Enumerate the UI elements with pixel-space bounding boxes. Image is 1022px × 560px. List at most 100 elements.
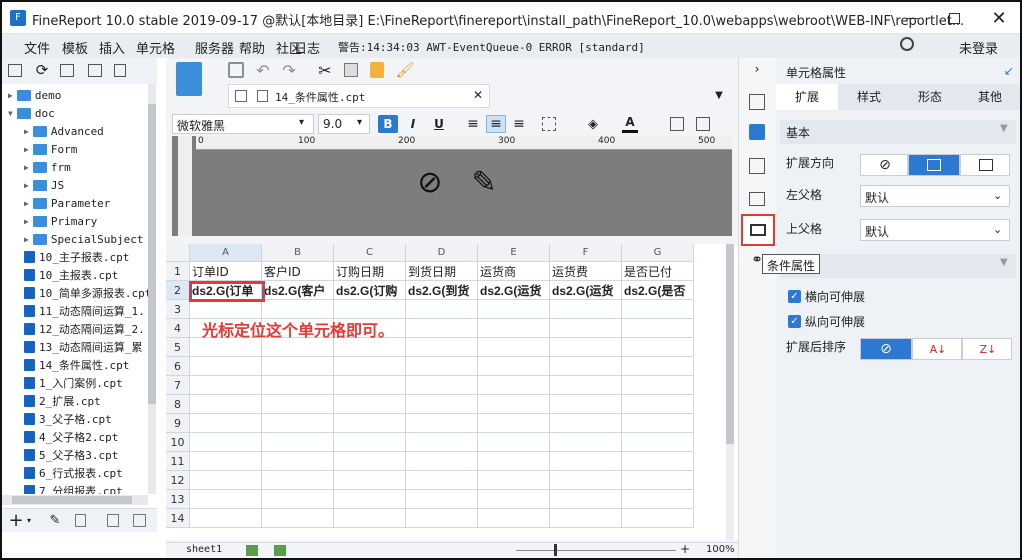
font-size-select[interactable]: 9.0 ▾: [318, 114, 370, 134]
grid-cell[interactable]: 客户ID: [262, 262, 334, 281]
grid-cell[interactable]: [190, 414, 262, 433]
cut-icon[interactable]: ✂: [316, 60, 334, 80]
tree-item[interactable]: ▼ doc: [8, 104, 55, 122]
grid-cell[interactable]: [262, 357, 334, 376]
tab-close-icon[interactable]: ✕: [473, 88, 483, 102]
grid-cell[interactable]: [334, 357, 406, 376]
selected-cell[interactable]: ds2.G(订单: [190, 281, 262, 300]
collapse-arrow-icon[interactable]: ▶: [24, 127, 29, 136]
collapse-icon[interactable]: [133, 514, 146, 527]
v-extend-checkbox[interactable]: ✓ 纵向可伸展: [788, 313, 865, 330]
grid-cell[interactable]: [622, 319, 694, 338]
italic-button[interactable]: I: [404, 115, 422, 133]
template-type-icon[interactable]: [176, 62, 202, 96]
log-button[interactable]: 日志: [294, 38, 320, 57]
grid-cell[interactable]: [262, 433, 334, 452]
section-basic[interactable]: 基本 ▼: [780, 120, 1016, 144]
grid-cell[interactable]: [406, 338, 478, 357]
collapse-arrow-icon[interactable]: ▶: [24, 199, 29, 208]
grid-cell[interactable]: [550, 452, 622, 471]
format-brush-icon[interactable]: 🖌: [395, 60, 414, 80]
grid-cell[interactable]: [622, 414, 694, 433]
grid-cell[interactable]: [550, 471, 622, 490]
tree-item[interactable]: ▶ JS: [24, 176, 64, 194]
grid-cell[interactable]: [406, 395, 478, 414]
grid-cell[interactable]: [478, 433, 550, 452]
pin-icon[interactable]: ↙: [1004, 64, 1014, 78]
grid-cell[interactable]: [622, 376, 694, 395]
hide-eye-icon[interactable]: ⊘: [410, 162, 450, 202]
grid-cell[interactable]: [262, 414, 334, 433]
tree-item[interactable]: 13_动态隔间运算_累: [24, 338, 143, 356]
chevron-right-icon[interactable]: ›: [751, 62, 763, 76]
tab-menu-icon[interactable]: ▼: [712, 88, 726, 102]
grid-cell[interactable]: [622, 338, 694, 357]
grid-cell[interactable]: ds2.G(运货: [550, 281, 622, 300]
grid-cell[interactable]: 订单ID: [190, 262, 262, 281]
grid-cell[interactable]: [478, 490, 550, 509]
row-header[interactable]: 5: [166, 338, 190, 357]
zoom-in-button[interactable]: +: [680, 542, 690, 556]
grid-cell[interactable]: [478, 452, 550, 471]
chevron-down-icon[interactable]: ▾: [24, 514, 34, 526]
collapse-arrow-icon[interactable]: ▶: [24, 235, 29, 244]
grid-cell[interactable]: [478, 357, 550, 376]
row-header[interactable]: 10: [166, 433, 190, 452]
top-parent-select[interactable]: 默认 ⌄: [860, 219, 1010, 241]
grid-cell[interactable]: [550, 490, 622, 509]
grid-cell[interactable]: [622, 357, 694, 376]
grid-cell[interactable]: [190, 509, 262, 528]
grid-cell[interactable]: [406, 452, 478, 471]
expand-horizontal-button[interactable]: [960, 154, 1010, 176]
h-extend-checkbox[interactable]: ✓ 横向可伸展: [788, 288, 865, 305]
add-sheet-icon[interactable]: [246, 545, 258, 556]
fill-color-icon[interactable]: ◈: [584, 115, 602, 133]
grid-cell[interactable]: [550, 509, 622, 528]
grid-cell[interactable]: ds2.G(是否: [622, 281, 694, 300]
grid-cell[interactable]: [478, 300, 550, 319]
grid-cell[interactable]: [190, 490, 262, 509]
float-element-icon[interactable]: [749, 158, 765, 174]
condition-attribute-button[interactable]: [741, 214, 775, 246]
widget-icon[interactable]: [749, 192, 765, 206]
grid-cell[interactable]: [334, 471, 406, 490]
expand-arrow-icon[interactable]: ▼: [8, 109, 13, 118]
pencil-icon[interactable]: ✎: [464, 162, 504, 202]
grid-cell[interactable]: 运货商: [478, 262, 550, 281]
select-all-corner[interactable]: [166, 244, 190, 262]
row-header[interactable]: 9: [166, 414, 190, 433]
grid-cell[interactable]: [622, 433, 694, 452]
row-header[interactable]: 3: [166, 300, 190, 319]
row-header[interactable]: 4: [166, 319, 190, 338]
row-header[interactable]: 13: [166, 490, 190, 509]
grid-cell[interactable]: [262, 395, 334, 414]
collapse-arrow-icon[interactable]: ▶: [24, 217, 29, 226]
tree-item[interactable]: ▶ Advanced: [24, 122, 104, 140]
grid-cell[interactable]: [334, 414, 406, 433]
grid-cell[interactable]: [262, 509, 334, 528]
tree-item[interactable]: 6_行式报表.cpt: [24, 464, 123, 482]
trash-icon[interactable]: [75, 514, 86, 527]
grid-cell[interactable]: ds2.G(运货: [478, 281, 550, 300]
edit-icon[interactable]: ✎: [48, 512, 62, 528]
save-icon[interactable]: [228, 62, 244, 78]
menu-file[interactable]: 文件: [24, 38, 50, 57]
align-right-icon[interactable]: ≡: [510, 115, 528, 133]
row-header[interactable]: 7: [166, 376, 190, 395]
grid-cell[interactable]: [406, 433, 478, 452]
grid-cell[interactable]: [406, 414, 478, 433]
row-header[interactable]: 12: [166, 471, 190, 490]
column-header[interactable]: B: [262, 244, 334, 262]
maximize-button[interactable]: [944, 8, 964, 28]
column-header[interactable]: A: [190, 244, 262, 262]
grid-cell[interactable]: 是否已付: [622, 262, 694, 281]
grid-cell[interactable]: [334, 433, 406, 452]
grid-cell[interactable]: [190, 452, 262, 471]
grid-cell[interactable]: [550, 376, 622, 395]
grid-cell[interactable]: ds2.G(客户: [262, 281, 334, 300]
redo-icon[interactable]: ↷: [280, 60, 298, 80]
collapse-arrow-icon[interactable]: ▶: [24, 163, 29, 172]
grid-cell[interactable]: [550, 319, 622, 338]
menu-server[interactable]: 服务器: [195, 38, 234, 57]
template-tab[interactable]: 14_条件属性.cpt ✕: [228, 84, 490, 108]
